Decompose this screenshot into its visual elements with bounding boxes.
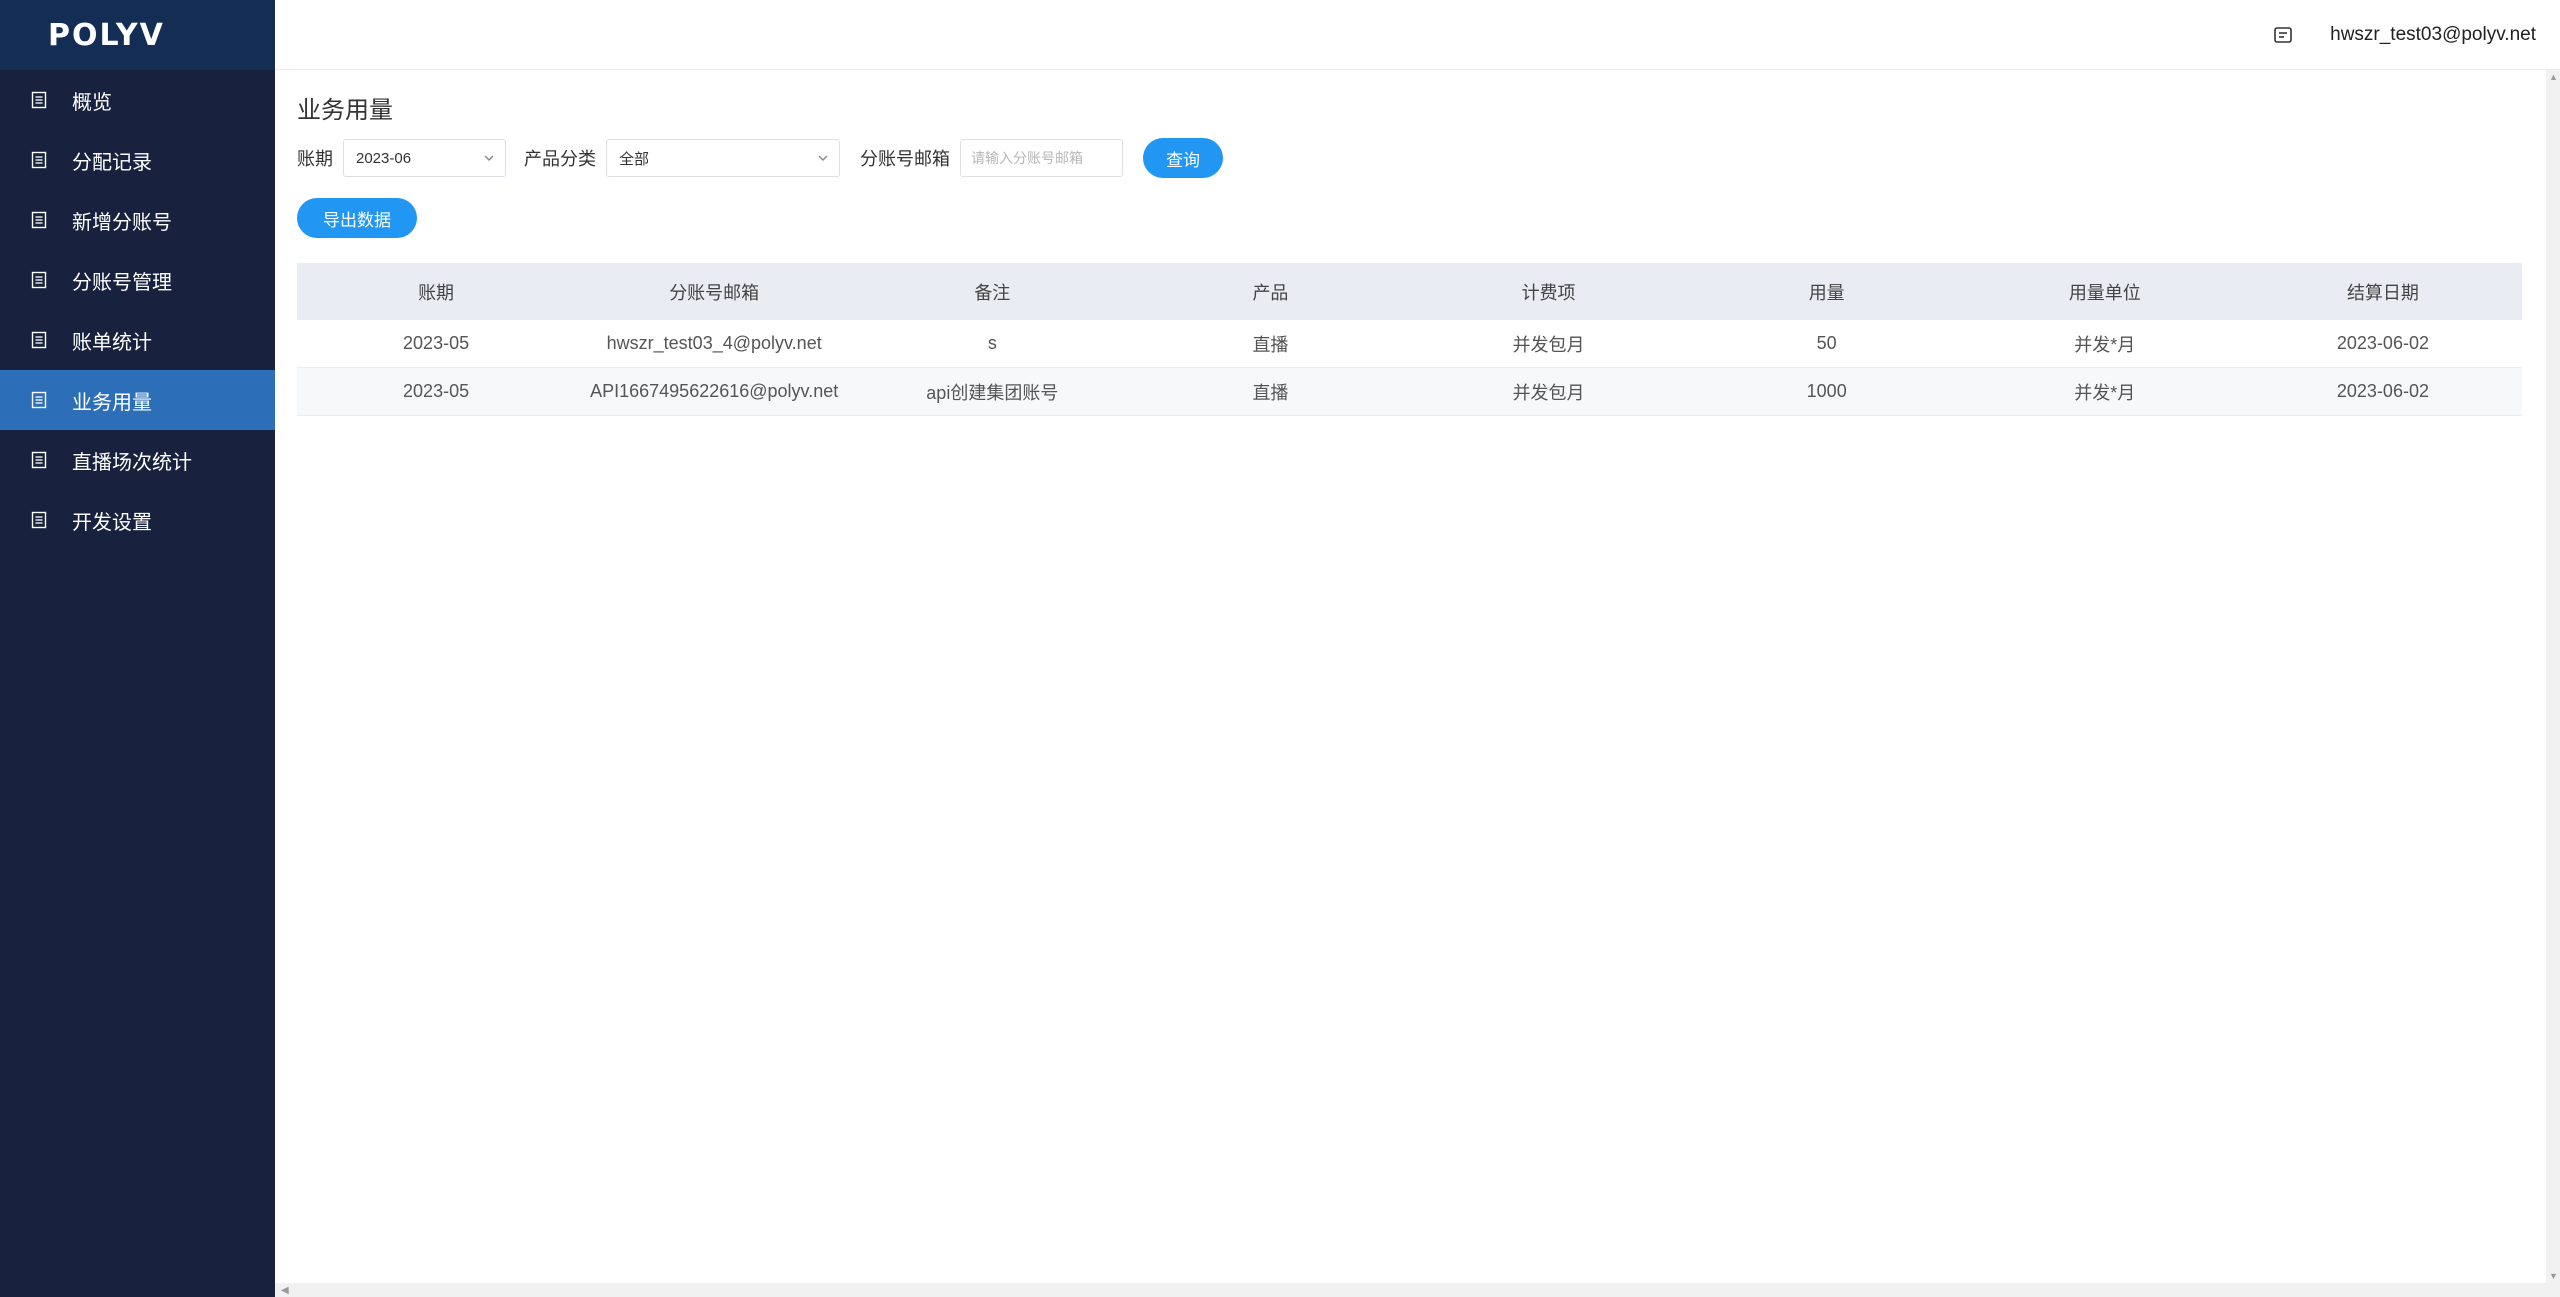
document-icon: [30, 151, 48, 169]
table-cell: 并发包月: [1512, 334, 1585, 355]
category-select[interactable]: 全部: [606, 139, 840, 177]
period-label: 账期: [297, 149, 333, 169]
table-cell: 直播: [1252, 382, 1289, 403]
sidebar: POLYV 概览分配记录新增分账号分账号管理账单统计业务用量直播场次统计 开发设置: [0, 0, 275, 1297]
sidebar-item-3[interactable]: 分账号管理: [0, 250, 275, 310]
table-cell: 2023-06-02: [2336, 333, 2429, 353]
document-icon: [30, 451, 48, 469]
sidebar-item-label: 业务用量: [72, 391, 152, 414]
category-select-value: 全部: [619, 150, 650, 168]
document-icon: [30, 271, 48, 289]
table-cell: 2023-05: [403, 381, 470, 401]
column-header: 用量单位: [2068, 282, 2141, 303]
sidebar-item-label: 概览: [72, 91, 112, 114]
category-label: 产品分类: [524, 149, 596, 169]
sidebar-item-label: 账单统计: [72, 331, 152, 354]
table-cell: 2023-05: [403, 333, 470, 353]
period-select[interactable]: 2023-06: [343, 139, 506, 177]
sidebar-item-5[interactable]: 业务用量: [0, 370, 275, 430]
table-cell: api创建集团账号: [926, 382, 1059, 403]
sidebar-nav: 概览分配记录新增分账号分账号管理账单统计业务用量直播场次统计 开发设置: [0, 70, 275, 550]
email-label: 分账号邮箱: [860, 149, 950, 169]
column-header: 账期: [418, 282, 455, 303]
chevron-down-icon: [484, 155, 494, 161]
column-header: 用量: [1808, 282, 1845, 303]
document-icon: [30, 391, 48, 409]
horizontal-scrollbar[interactable]: ◀: [275, 1283, 2560, 1297]
query-button[interactable]: 查询: [1143, 138, 1223, 178]
sidebar-item-2[interactable]: 新增分账号: [0, 190, 275, 250]
table-cell: hwszr_test03_4@polyv.net: [606, 333, 822, 353]
top-bar: hwszr_test03@polyv.net: [275, 0, 2560, 70]
table-cell: 并发*月: [2074, 334, 2136, 355]
vertical-scrollbar[interactable]: ▲ ▼: [2546, 70, 2560, 1283]
scroll-down-icon[interactable]: ▼: [2549, 1271, 2558, 1281]
main-content: 业务用量 账期 2023-06 产品分类 全部 分账号邮箱 请输入分账号邮箱 查…: [275, 70, 2560, 1297]
column-header: 结算日期: [2346, 282, 2419, 303]
sidebar-item-4[interactable]: 账单统计: [0, 310, 275, 370]
sidebar-item-label: 分配记录: [72, 151, 152, 174]
document-icon: [30, 511, 48, 529]
sidebar-item-0[interactable]: 概览: [0, 70, 275, 130]
table-body: 2023-05 hwszr_test03_4@polyv.net s 直播 并发包月 50…: [297, 320, 2522, 416]
table-cell: API1667495622616@polyv.net: [590, 381, 839, 401]
export-data-button[interactable]: 导出数据: [297, 198, 417, 238]
period-select-value: 2023-06: [356, 149, 412, 167]
table-cell: 直播: [1252, 334, 1289, 355]
column-header: 产品: [1252, 282, 1289, 303]
table-cell: 并发*月: [2074, 382, 2136, 403]
table-cell: 1000: [1806, 381, 1847, 401]
scroll-up-icon[interactable]: ▲: [2549, 72, 2558, 82]
table-header: 账期 分账号邮箱 备注 产品 计费项 用量 用量单位 结算日期: [297, 263, 2522, 320]
email-search-input[interactable]: 请输入分账号邮箱: [960, 139, 1123, 177]
sidebar-item-6[interactable]: 直播场次统计: [0, 430, 275, 490]
document-icon: [30, 211, 48, 229]
scroll-left-icon[interactable]: ◀: [281, 1285, 289, 1296]
sidebar-item-label: 开发设置: [72, 511, 152, 534]
page-title: 业务用量: [297, 97, 393, 124]
message-icon[interactable]: [2272, 24, 2294, 46]
table-cell: 50: [1816, 333, 1837, 353]
table-row: 2023-05 API1667495622616@polyv.net api创建集团…: [297, 368, 2522, 416]
filter-bar: 账期 2023-06 产品分类 全部 分账号邮箱 请输入分账号邮箱 查询: [297, 138, 2522, 178]
column-header: 备注: [974, 282, 1011, 303]
table-row: 2023-05 hwszr_test03_4@polyv.net s 直播 并发包月 50…: [297, 320, 2522, 368]
sidebar-item-label: 直播场次统计: [72, 451, 192, 474]
polyv-logo[interactable]: POLYV: [48, 18, 165, 53]
sidebar-item-1[interactable]: 分配记录: [0, 130, 275, 190]
sidebar-item-7[interactable]: 开发设置: [0, 490, 275, 550]
table-cell: s: [987, 333, 997, 353]
table-cell: 并发包月: [1512, 382, 1585, 403]
email-placeholder: 请输入分账号邮箱: [971, 150, 1083, 166]
logo-bar: POLYV: [0, 0, 275, 70]
usage-table: 账期 分账号邮箱 备注 产品 计费项 用量 用量单位 结算日期 2023-05 hwszr_te…: [297, 263, 2522, 416]
table-cell: 2023-06-02: [2336, 381, 2429, 401]
document-icon: [30, 331, 48, 349]
sidebar-item-label: 新增分账号: [72, 211, 172, 234]
sidebar-item-label: 分账号管理: [72, 271, 172, 294]
column-header: 计费项: [1521, 282, 1576, 303]
document-icon: [30, 91, 48, 109]
column-header: 分账号邮箱: [669, 282, 760, 303]
chevron-down-icon: [818, 155, 828, 161]
user-email[interactable]: hwszr_test03@polyv.net: [2330, 24, 2536, 46]
